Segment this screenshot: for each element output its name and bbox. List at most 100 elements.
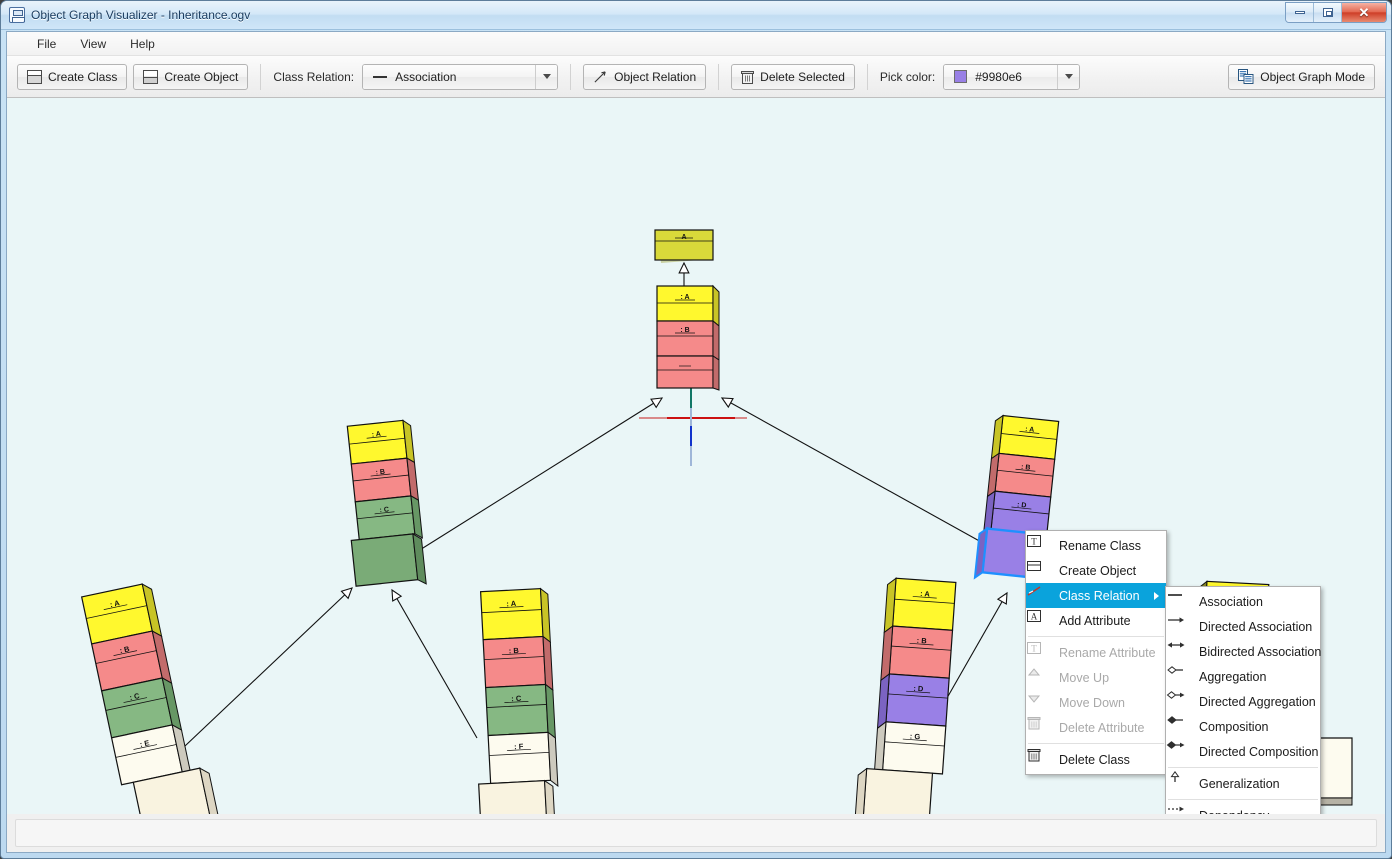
context-menu-separator	[1028, 636, 1164, 637]
context-menu-item-label: Add Attribute	[1059, 613, 1131, 628]
context-menu-item-create-object[interactable]: Create Object	[1026, 558, 1166, 583]
submenu-item-aggregation[interactable]: Aggregation	[1166, 664, 1320, 689]
submenu-item-label: Dependency	[1199, 809, 1269, 815]
trash-icon	[1027, 717, 1041, 730]
submenu-item-label: Composition	[1199, 719, 1269, 734]
menu-file[interactable]: File	[25, 34, 68, 54]
submenu-item-icon	[1167, 642, 1190, 660]
maximize-button[interactable]	[1314, 3, 1342, 22]
context-menu-item-label: Move Up	[1059, 670, 1110, 685]
create-object-button[interactable]: Create Object	[133, 63, 249, 90]
context-menu-separator	[1028, 743, 1164, 744]
class-relation-combo-face[interactable]: Association	[363, 64, 536, 89]
triangle-hollow-icon	[1170, 771, 1180, 782]
class-relation-label: Class Relation:	[273, 69, 355, 84]
context-menu-item-icon	[1027, 586, 1050, 604]
context-menu-item-icon	[1027, 695, 1050, 711]
submenu-item-icon	[1167, 666, 1190, 685]
class-relation-value: Association	[395, 69, 457, 84]
context-menu-item-class-relation[interactable]: Class Relation	[1026, 583, 1166, 608]
svg-text:A: A	[1031, 612, 1038, 622]
submenu-item-directed-composition[interactable]: Directed Composition	[1166, 739, 1320, 764]
svg-text:T: T	[1031, 537, 1037, 547]
submenu-item-directed-aggregation[interactable]: Directed Aggregation	[1166, 689, 1320, 714]
context-menu-item-icon	[1027, 717, 1050, 736]
submenu-chevron-right-icon	[1154, 591, 1159, 600]
toolbar-separator-1	[260, 63, 262, 90]
create-object-label: Create Object	[164, 69, 239, 84]
context-menu-item-add-attribute[interactable]: A Add Attribute	[1026, 608, 1166, 633]
toolbar-separator-2	[570, 63, 572, 90]
status-text	[15, 819, 1377, 847]
close-icon: ✕	[1358, 5, 1370, 20]
class-relation-dropdown-arrow[interactable]	[535, 64, 558, 89]
application-window: Object Graph Visualizer - Inheritance.og…	[0, 0, 1392, 859]
submenu-item-association[interactable]: Association	[1166, 589, 1320, 614]
context-menu-item-icon: T	[1027, 535, 1050, 554]
submenu-separator	[1168, 767, 1318, 768]
menu-help[interactable]: Help	[118, 34, 167, 54]
submenu-item-label: Directed Aggregation	[1199, 694, 1316, 709]
pick-color-combo-face[interactable]: #9980e6	[944, 64, 1058, 89]
create-class-button[interactable]: Create Class	[17, 63, 128, 90]
submenu-item-composition[interactable]: Composition	[1166, 714, 1320, 739]
submenu-item-icon	[1167, 716, 1190, 735]
menu-bar: File View Help	[7, 32, 1385, 56]
submenu-item-label: Aggregation	[1199, 669, 1267, 684]
submenu-separator	[1168, 799, 1318, 800]
submenu-item-icon	[1166, 741, 1190, 760]
diamond-filled-icon	[1167, 716, 1183, 724]
minimize-button[interactable]	[1286, 3, 1314, 22]
class-relation-combo[interactable]: Association	[362, 63, 559, 90]
color-swatch-icon	[954, 70, 968, 83]
graph-canvas[interactable]: A : A : B: A: B: C: A: B: C: E: …	[7, 98, 1385, 814]
menu-view[interactable]: View	[68, 34, 118, 54]
context-menu-item-rename-class[interactable]: T Rename Class	[1026, 533, 1166, 558]
pick-color-label: Pick color:	[879, 69, 936, 84]
diamond-filled-arrow-icon	[1166, 741, 1185, 749]
axis-cross	[639, 381, 747, 466]
submenu-item-generalization[interactable]: Generalization	[1166, 771, 1320, 796]
node-label: A	[681, 234, 686, 241]
svg-text:T: T	[1031, 644, 1037, 654]
window-title: Object Graph Visualizer - Inheritance.og…	[31, 8, 251, 22]
object-relation-label: Object Relation	[614, 69, 697, 84]
toolbar-separator-3	[718, 63, 720, 90]
context-menu-item-icon: T	[1027, 642, 1050, 661]
context-menu-item-icon	[1027, 668, 1050, 686]
trash-icon	[741, 70, 755, 84]
pick-color-dropdown-arrow[interactable]	[1057, 64, 1080, 89]
delete-selected-label: Delete Selected	[760, 69, 845, 84]
submenu-item-label: Bidirected Association	[1199, 644, 1322, 659]
context-menu-item-icon	[1027, 749, 1050, 768]
title-bar: Object Graph Visualizer - Inheritance.og…	[1, 1, 1391, 30]
submenu-item-dependency[interactable]: Dependency	[1166, 803, 1320, 814]
relation-icon	[1027, 586, 1041, 596]
pick-color-combo[interactable]: #9980e6	[943, 63, 1081, 90]
chevron-up-icon	[1027, 668, 1041, 676]
node-ab[interactable]: : A : B	[656, 284, 720, 391]
chevron-down-icon	[1064, 74, 1073, 79]
submenu-item-icon	[1170, 771, 1190, 792]
context-menu-item-icon: A	[1027, 610, 1050, 629]
object-relation-button[interactable]: Object Relation	[583, 63, 707, 90]
arrow-both-icon	[1167, 642, 1185, 648]
class-relation-submenu[interactable]: Association Directed Association Bidirec…	[1165, 586, 1321, 814]
context-menu-item-label: Delete Class	[1059, 752, 1130, 767]
text-box-icon: T	[1027, 642, 1041, 654]
submenu-item-directed-association[interactable]: Directed Association	[1166, 614, 1320, 639]
trash-icon	[1027, 749, 1041, 762]
submenu-item-bidirected-association[interactable]: Bidirected Association	[1166, 639, 1322, 664]
context-menu-item-label: Rename Class	[1059, 538, 1141, 553]
object-graph-mode-button[interactable]: Object Graph Mode	[1228, 63, 1375, 90]
node-root-class[interactable]: A	[654, 229, 714, 263]
text-box-icon: T	[1027, 535, 1041, 547]
close-button[interactable]: ✕	[1342, 3, 1386, 22]
delete-selected-button[interactable]: Delete Selected	[731, 63, 855, 90]
minimize-icon	[1294, 11, 1305, 14]
context-menu-item-delete-class[interactable]: Delete Class	[1026, 747, 1166, 772]
diamond-hollow-arrow-icon	[1166, 691, 1185, 699]
chevron-down-icon	[1027, 695, 1041, 703]
class-context-menu[interactable]: T Rename Class Create Object Class Relati…	[1025, 530, 1167, 775]
create-class-label: Create Class	[48, 69, 118, 84]
